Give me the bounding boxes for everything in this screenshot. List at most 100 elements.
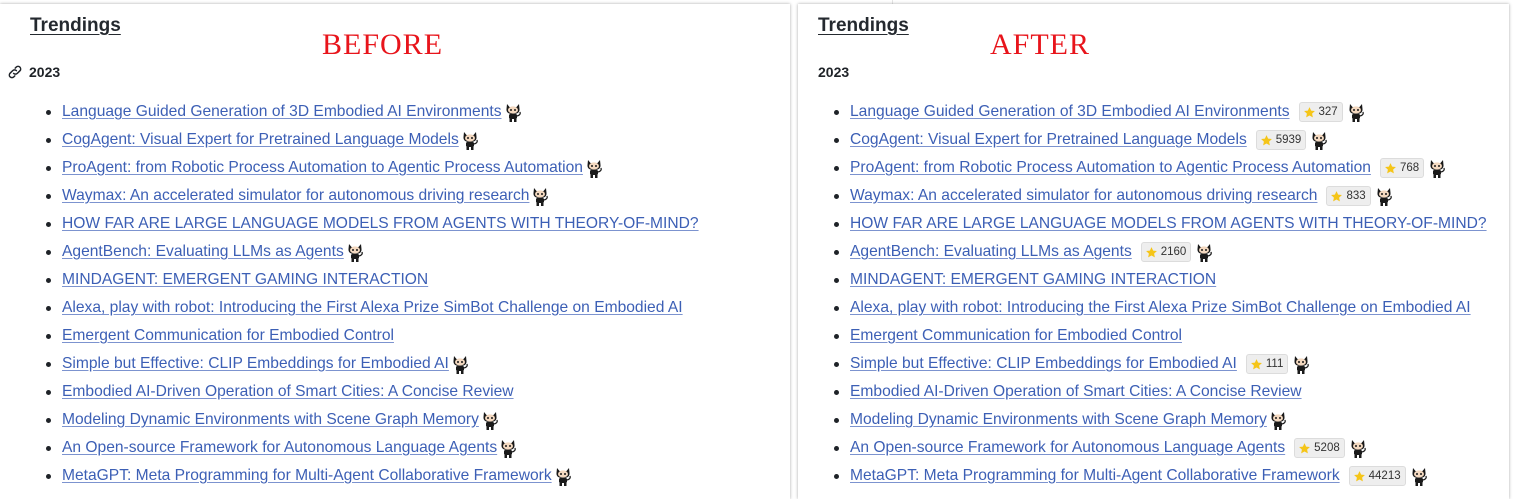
star-count: 327 [1318, 106, 1338, 118]
paper-link[interactable]: An Open-source Framework for Autonomous … [62, 439, 497, 457]
paper-link[interactable]: MINDAGENT: EMERGENT GAMING INTERACTION [62, 271, 428, 289]
paper-link[interactable]: HOW FAR ARE LARGE LANGUAGE MODELS FROM A… [850, 215, 1487, 233]
star-icon [1353, 470, 1366, 483]
paper-link[interactable]: AgentBench: Evaluating LLMs as Agents [850, 243, 1132, 261]
paper-link[interactable]: HOW FAR ARE LARGE LANGUAGE MODELS FROM A… [62, 215, 699, 233]
octocat-icon[interactable] [1410, 466, 1428, 486]
link-icon[interactable] [7, 64, 23, 80]
star-count: 111 [1265, 358, 1284, 370]
paper-link[interactable]: Modeling Dynamic Environments with Scene… [850, 411, 1267, 429]
octocat-icon[interactable] [1292, 354, 1310, 374]
paper-link[interactable]: Emergent Communication for Embodied Cont… [62, 327, 394, 345]
list-item: AgentBench: Evaluating LLMs as Agents 216… [834, 238, 1487, 266]
octocat-icon[interactable] [451, 354, 469, 374]
octocat-icon[interactable] [499, 438, 517, 458]
list-item: An Open-source Framework for Autonomous … [834, 434, 1487, 462]
list-item: Modeling Dynamic Environments with Scene… [834, 406, 1487, 434]
list-item: ProAgent: from Robotic Process Automatio… [834, 154, 1487, 182]
list-item: MINDAGENT: EMERGENT GAMING INTERACTION [834, 266, 1487, 294]
star-icon [1330, 190, 1343, 203]
paper-link[interactable]: An Open-source Framework for Autonomous … [850, 439, 1285, 457]
list-item: CogAgent: Visual Expert for Pretrained L… [834, 126, 1487, 154]
star-count-badge[interactable]: 111 [1245, 354, 1289, 374]
paper-link[interactable]: MetaGPT: Meta Programming for Multi-Agen… [62, 467, 552, 485]
octocat-icon[interactable] [1428, 158, 1446, 178]
paper-link[interactable]: Modeling Dynamic Environments with Scene… [62, 411, 479, 429]
octocat-icon[interactable] [1349, 438, 1367, 458]
paper-link[interactable]: CogAgent: Visual Expert for Pretrained L… [62, 131, 459, 149]
paper-link[interactable]: Embodied AI-Driven Operation of Smart Ci… [62, 383, 514, 401]
paper-link[interactable]: Waymax: An accelerated simulator for aut… [850, 187, 1317, 205]
list-item: Alexa, play with robot: Introducing the … [834, 294, 1487, 322]
star-count: 2160 [1160, 246, 1187, 258]
star-count: 5208 [1314, 442, 1340, 454]
page-title: Trendings [30, 15, 121, 36]
paper-link[interactable]: Emergent Communication for Embodied Cont… [850, 327, 1182, 345]
star-count-badge[interactable]: 2160 [1140, 242, 1192, 262]
octocat-icon[interactable] [1375, 186, 1393, 206]
list-item: CogAgent: Visual Expert for Pretrained L… [46, 126, 699, 154]
list-item: MetaGPT: Meta Programming for Multi-Agen… [834, 462, 1487, 490]
list-item: Emergent Communication for Embodied Cont… [46, 322, 699, 350]
star-count-badge[interactable]: 768 [1379, 158, 1425, 178]
before-panel: Trendings BEFORE 2023 Language Guided Ge… [0, 4, 790, 499]
star-count: 768 [1399, 162, 1420, 174]
octocat-icon[interactable] [554, 466, 572, 486]
star-count-badge[interactable]: 5208 [1294, 438, 1345, 458]
star-icon [1303, 106, 1316, 119]
star-count-badge[interactable]: 44213 [1348, 466, 1406, 486]
paper-link[interactable]: Waymax: An accelerated simulator for aut… [62, 187, 529, 205]
octocat-icon[interactable] [481, 410, 499, 430]
octocat-icon[interactable] [1310, 130, 1328, 150]
paper-link[interactable]: Alexa, play with robot: Introducing the … [62, 299, 683, 317]
paper-link[interactable]: Language Guided Generation of 3D Embodie… [850, 103, 1290, 121]
star-icon [1145, 246, 1158, 259]
octocat-icon[interactable] [461, 130, 479, 150]
star-icon [1384, 162, 1397, 175]
year-heading: 2023 [818, 64, 849, 80]
list-item: HOW FAR ARE LARGE LANGUAGE MODELS FROM A… [834, 210, 1487, 238]
list-item: Embodied AI-Driven Operation of Smart Ci… [46, 378, 699, 406]
list-item: Waymax: An accelerated simulator for aut… [46, 182, 699, 210]
paper-link[interactable]: Embodied AI-Driven Operation of Smart Ci… [850, 383, 1302, 401]
star-icon [1260, 134, 1273, 147]
octocat-icon[interactable] [1195, 242, 1213, 262]
star-icon [1250, 358, 1263, 371]
paper-link[interactable]: Language Guided Generation of 3D Embodie… [62, 103, 502, 121]
paper-list-after: Language Guided Generation of 3D Embodie… [834, 98, 1487, 490]
paper-link[interactable]: MetaGPT: Meta Programming for Multi-Agen… [850, 467, 1340, 485]
paper-link[interactable]: Simple but Effective: CLIP Embeddings fo… [62, 355, 449, 373]
list-item: MINDAGENT: EMERGENT GAMING INTERACTION [46, 266, 699, 294]
octocat-icon[interactable] [1269, 410, 1287, 430]
star-count-badge[interactable]: 5939 [1255, 130, 1307, 150]
after-panel: Trendings AFTER 2023 Language Guided Gen… [798, 4, 1509, 499]
paper-link[interactable]: Simple but Effective: CLIP Embeddings fo… [850, 355, 1237, 373]
octocat-icon[interactable] [531, 186, 549, 206]
paper-link[interactable]: Alexa, play with robot: Introducing the … [850, 299, 1471, 317]
octocat-icon[interactable] [1347, 102, 1365, 122]
paper-link[interactable]: CogAgent: Visual Expert for Pretrained L… [850, 131, 1247, 149]
list-item: Alexa, play with robot: Introducing the … [46, 294, 699, 322]
list-item: An Open-source Framework for Autonomous … [46, 434, 699, 462]
paper-link[interactable]: ProAgent: from Robotic Process Automatio… [850, 159, 1371, 177]
star-count-badge[interactable]: 327 [1298, 102, 1343, 122]
list-item: ProAgent: from Robotic Process Automatio… [46, 154, 699, 182]
list-item: Language Guided Generation of 3D Embodie… [834, 98, 1487, 126]
star-count-badge[interactable]: 833 [1326, 186, 1371, 206]
octocat-icon[interactable] [585, 158, 603, 178]
list-item: Emergent Communication for Embodied Cont… [834, 322, 1487, 350]
year-heading: 2023 [7, 64, 60, 80]
year-label: 2023 [29, 64, 61, 80]
list-item: Simple but Effective: CLIP Embeddings fo… [834, 350, 1487, 378]
paper-link[interactable]: MINDAGENT: EMERGENT GAMING INTERACTION [850, 271, 1216, 289]
paper-link[interactable]: ProAgent: from Robotic Process Automatio… [62, 159, 583, 177]
paper-link[interactable]: AgentBench: Evaluating LLMs as Agents [62, 243, 344, 261]
list-item: MetaGPT: Meta Programming for Multi-Agen… [46, 462, 699, 490]
list-item: Modeling Dynamic Environments with Scene… [46, 406, 699, 434]
star-count: 5939 [1275, 134, 1302, 146]
octocat-icon[interactable] [504, 102, 522, 122]
year-label: 2023 [818, 64, 850, 80]
before-label: BEFORE [322, 28, 444, 61]
list-item: Embodied AI-Driven Operation of Smart Ci… [834, 378, 1487, 406]
octocat-icon[interactable] [346, 242, 364, 262]
